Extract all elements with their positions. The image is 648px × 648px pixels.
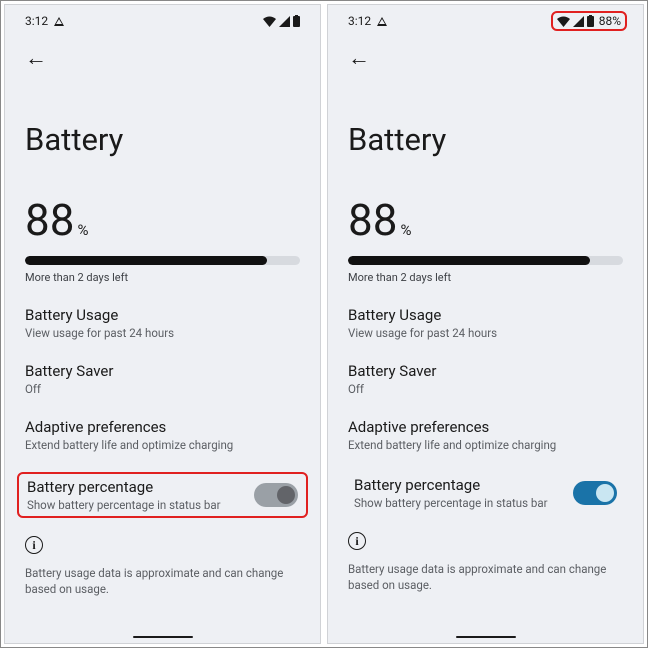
battery-bar-fill	[348, 256, 590, 265]
back-button[interactable]: ←	[25, 45, 300, 71]
battery-percentage-toggle[interactable]	[573, 481, 617, 505]
home-indicator[interactable]	[133, 636, 193, 639]
battery-estimate: More than 2 days left	[348, 271, 623, 284]
battery-icon	[293, 15, 300, 27]
notification-icon	[54, 17, 64, 26]
item-title: Battery Saver	[348, 362, 623, 380]
phone-right: 3:12 88% ← Battery 88 % More than 2 days…	[327, 4, 644, 644]
item-sub: Off	[348, 382, 623, 396]
item-sub: View usage for past 24 hours	[348, 326, 623, 340]
percent-symbol: %	[400, 221, 411, 239]
status-time: 3:12	[25, 14, 48, 28]
battery-estimate: More than 2 days left	[25, 271, 300, 284]
status-time: 3:12	[348, 14, 371, 28]
item-title: Battery Usage	[25, 306, 300, 324]
signal-icon	[279, 16, 290, 27]
notification-icon	[377, 17, 387, 26]
signal-icon	[573, 16, 584, 27]
item-sub: Extend battery life and optimize chargin…	[348, 438, 623, 452]
battery-bar	[25, 256, 300, 265]
status-battery-pct: 88%	[599, 14, 621, 28]
item-title: Adaptive preferences	[348, 418, 623, 436]
battery-value: 88	[348, 194, 397, 246]
status-bar: 3:12	[25, 5, 300, 31]
item-title: Adaptive preferences	[25, 418, 300, 436]
phone-left: 3:12 ← Battery 88 % More than 2 days lef…	[4, 4, 321, 644]
item-sub: Show battery percentage in status bar	[27, 498, 246, 512]
info-icon[interactable]: i	[348, 532, 366, 550]
page-title: Battery	[25, 121, 300, 158]
page-title: Battery	[348, 121, 623, 158]
item-title: Battery percentage	[354, 476, 565, 494]
wifi-icon	[263, 16, 276, 27]
item-battery-percentage[interactable]: Battery percentage Show battery percenta…	[17, 472, 308, 518]
item-sub: View usage for past 24 hours	[25, 326, 300, 340]
status-bar: 3:12 88%	[348, 5, 623, 31]
item-battery-percentage[interactable]: Battery percentage Show battery percenta…	[348, 472, 623, 514]
item-adaptive[interactable]: Adaptive preferences Extend battery life…	[25, 418, 300, 452]
battery-percent: 88 %	[348, 194, 623, 246]
item-battery-usage[interactable]: Battery Usage View usage for past 24 hou…	[348, 306, 623, 340]
disclaimer: Battery usage data is approximate and ca…	[25, 566, 300, 597]
battery-icon	[587, 15, 594, 27]
battery-bar-fill	[25, 256, 267, 265]
item-adaptive[interactable]: Adaptive preferences Extend battery life…	[348, 418, 623, 452]
battery-percent: 88 %	[25, 194, 300, 246]
item-sub: Extend battery life and optimize chargin…	[25, 438, 300, 452]
item-sub: Show battery percentage in status bar	[354, 496, 565, 510]
battery-bar	[348, 256, 623, 265]
item-battery-saver[interactable]: Battery Saver Off	[348, 362, 623, 396]
home-indicator[interactable]	[456, 636, 516, 639]
item-battery-usage[interactable]: Battery Usage View usage for past 24 hou…	[25, 306, 300, 340]
back-button[interactable]: ←	[348, 45, 623, 71]
info-icon[interactable]: i	[25, 536, 43, 554]
wifi-icon	[557, 16, 570, 27]
item-battery-saver[interactable]: Battery Saver Off	[25, 362, 300, 396]
item-sub: Off	[25, 382, 300, 396]
battery-value: 88	[25, 194, 74, 246]
item-title: Battery Usage	[348, 306, 623, 324]
item-title: Battery percentage	[27, 478, 246, 496]
item-title: Battery Saver	[25, 362, 300, 380]
percent-symbol: %	[77, 221, 88, 239]
disclaimer: Battery usage data is approximate and ca…	[348, 562, 623, 593]
battery-percentage-toggle[interactable]	[254, 483, 298, 507]
